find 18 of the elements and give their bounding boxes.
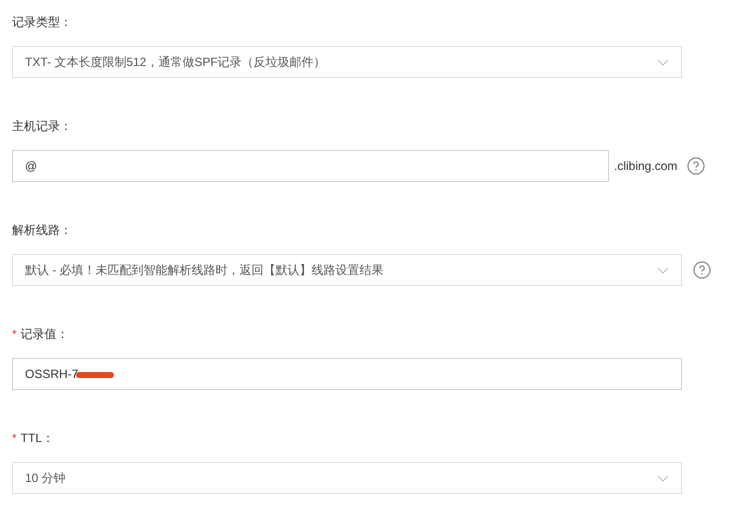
field-label: 记录值： [20, 326, 69, 343]
field-label: TTL： [20, 430, 54, 447]
field-label: 记录类型： [12, 14, 72, 31]
chevron-down-icon [657, 474, 669, 482]
field-label: 主机记录： [12, 118, 72, 135]
chevron-down-icon [657, 266, 669, 274]
help-icon[interactable] [693, 261, 711, 279]
domain-suffix: .clibing.com [614, 158, 678, 175]
required-mark: * [12, 326, 17, 343]
dropdown[interactable]: TXT- 文本长度限制512，通常做SPF记录（反垃圾邮件） [12, 46, 682, 78]
help-icon[interactable] [687, 157, 706, 175]
input-field[interactable]: OSSRH-7 [12, 358, 682, 390]
input-field[interactable]: @ [12, 150, 609, 182]
chevron-down-icon [657, 58, 669, 66]
dropdown[interactable]: 10 分钟 [12, 462, 682, 494]
dropdown[interactable]: 默认 - 必填！未匹配到智能解析线路时，返回【默认】线路设置结果 [12, 254, 682, 286]
field-label: 解析线路： [12, 222, 72, 239]
required-mark: * [12, 430, 17, 447]
